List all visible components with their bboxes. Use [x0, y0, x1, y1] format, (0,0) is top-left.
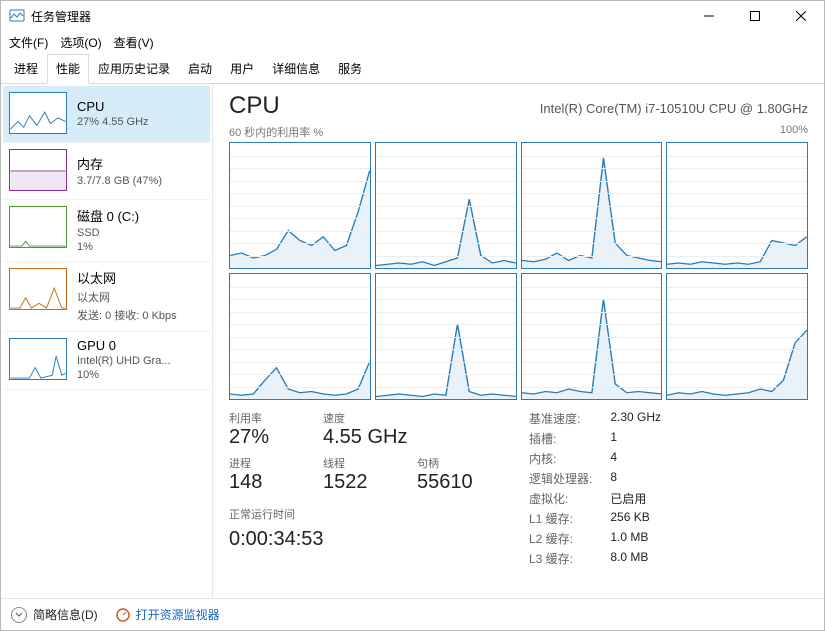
menu-view[interactable]: 查看(V) [114, 34, 154, 51]
sidebar-item-gpu[interactable]: GPU 0 Intel(R) UHD Gra... 10% [3, 332, 210, 390]
net-thumb [9, 268, 67, 310]
sidebar-item-sub: 以太网 [77, 289, 177, 305]
cores-value: 4 [610, 450, 661, 467]
tab-bar: 进程 性能 应用历史记录 启动 用户 详细信息 服务 [1, 53, 824, 84]
socket-label: 插槽: [529, 430, 592, 447]
menu-file[interactable]: 文件(F) [9, 34, 48, 51]
cpu-core-chart-0 [229, 142, 371, 269]
sidebar-item-label: 磁盘 0 (C:) [77, 206, 139, 225]
memory-thumb [9, 149, 67, 191]
util-label: 利用率 [229, 410, 301, 426]
l1-value: 256 KB [610, 510, 661, 527]
util-value: 27% [229, 426, 301, 449]
tab-startup[interactable]: 启动 [179, 54, 221, 84]
resource-monitor-link[interactable]: 打开资源监视器 [116, 606, 220, 623]
sidebar: CPU 27% 4.55 GHz 内存 3.7/7.8 GB (47%) 磁盘 … [1, 84, 213, 598]
sidebar-item-sub: 27% 4.55 GHz [77, 116, 149, 128]
chevron-down-icon [11, 607, 27, 623]
resource-monitor-label: 打开资源监视器 [136, 606, 220, 623]
base-speed-label: 基准速度: [529, 410, 592, 427]
sidebar-item-sub2: 10% [77, 369, 171, 381]
monitor-icon [116, 608, 130, 622]
menu-bar: 文件(F) 选项(O) 查看(V) [1, 31, 824, 53]
virt-value: 已启用 [610, 490, 661, 507]
footer: 简略信息(D) 打开资源监视器 [1, 598, 824, 630]
stats-area: 利用率27% 速度4.55 GHz 进程148 线程1522 句柄55610 正… [229, 410, 808, 567]
handle-value: 55610 [417, 471, 489, 494]
cpu-core-chart-3 [666, 142, 808, 269]
sidebar-item-sub: SSD [77, 227, 139, 239]
window-controls [686, 1, 824, 31]
speed-value: 4.55 GHz [323, 426, 407, 449]
logical-label: 逻辑处理器: [529, 470, 592, 487]
gpu-thumb [9, 338, 67, 380]
socket-value: 1 [610, 430, 661, 447]
cpu-core-chart-7 [666, 273, 808, 400]
l2-value: 1.0 MB [610, 530, 661, 547]
sidebar-item-label: 内存 [77, 154, 162, 173]
title-bar: 任务管理器 [1, 1, 824, 31]
fewer-details-button[interactable]: 简略信息(D) [11, 606, 98, 623]
proc-label: 进程 [229, 455, 301, 471]
l3-label: L3 缓存: [529, 550, 592, 567]
tab-processes[interactable]: 进程 [5, 54, 47, 84]
tab-performance[interactable]: 性能 [47, 54, 89, 84]
main-panel: CPU Intel(R) Core(TM) i7-10510U CPU @ 1.… [213, 84, 824, 598]
logical-value: 8 [610, 470, 661, 487]
proc-value: 148 [229, 471, 301, 494]
cpu-core-chart-6 [521, 273, 663, 400]
minimize-button[interactable] [686, 1, 732, 31]
sidebar-item-label: CPU [77, 99, 149, 114]
axis-right-label: 100% [780, 124, 808, 140]
sidebar-item-sub: Intel(R) UHD Gra... [77, 355, 171, 367]
tab-details[interactable]: 详细信息 [263, 54, 329, 84]
cpu-thumb [9, 92, 67, 134]
cpu-core-chart-4 [229, 273, 371, 400]
uptime-value: 0:00:34:53 [229, 528, 489, 551]
cpu-core-chart-5 [375, 273, 517, 400]
sidebar-item-memory[interactable]: 内存 3.7/7.8 GB (47%) [3, 143, 210, 200]
speed-label: 速度 [323, 410, 407, 426]
sidebar-item-disk[interactable]: 磁盘 0 (C:) SSD 1% [3, 200, 210, 262]
tab-services[interactable]: 服务 [329, 54, 371, 84]
fewer-details-label: 简略信息(D) [33, 606, 98, 623]
sidebar-item-cpu[interactable]: CPU 27% 4.55 GHz [3, 86, 210, 143]
disk-thumb [9, 206, 67, 248]
menu-options[interactable]: 选项(O) [60, 34, 101, 51]
sidebar-item-ethernet[interactable]: 以太网 以太网 发送: 0 接收: 0 Kbps [3, 262, 210, 332]
sidebar-item-label: 以太网 [77, 268, 177, 287]
app-icon [9, 8, 25, 24]
axis-left-label: 60 秒内的利用率 % [229, 124, 323, 140]
l2-label: L2 缓存: [529, 530, 592, 547]
sidebar-item-sub2: 发送: 0 接收: 0 Kbps [77, 307, 177, 323]
cpu-core-chart-1 [375, 142, 517, 269]
maximize-button[interactable] [732, 1, 778, 31]
tab-users[interactable]: 用户 [221, 54, 263, 84]
cpu-core-grid[interactable] [229, 142, 808, 400]
thread-label: 线程 [323, 455, 395, 471]
uptime-label: 正常运行时间 [229, 506, 489, 522]
l1-label: L1 缓存: [529, 510, 592, 527]
base-speed-value: 2.30 GHz [610, 410, 661, 427]
cores-label: 内核: [529, 450, 592, 467]
sidebar-item-label: GPU 0 [77, 338, 171, 353]
virt-label: 虚拟化: [529, 490, 592, 507]
page-title: CPU [229, 92, 280, 120]
sidebar-item-sub: 3.7/7.8 GB (47%) [77, 175, 162, 187]
tab-app-history[interactable]: 应用历史记录 [89, 54, 179, 84]
cpu-core-chart-2 [521, 142, 663, 269]
window-title: 任务管理器 [31, 8, 91, 25]
cpu-model: Intel(R) Core(TM) i7-10510U CPU @ 1.80GH… [540, 101, 808, 116]
l3-value: 8.0 MB [610, 550, 661, 567]
handle-label: 句柄 [417, 455, 489, 471]
stats-right: 基准速度:2.30 GHz 插槽:1 内核:4 逻辑处理器:8 虚拟化:已启用 … [529, 410, 661, 567]
thread-value: 1522 [323, 471, 395, 494]
sidebar-item-sub2: 1% [77, 241, 139, 253]
close-button[interactable] [778, 1, 824, 31]
